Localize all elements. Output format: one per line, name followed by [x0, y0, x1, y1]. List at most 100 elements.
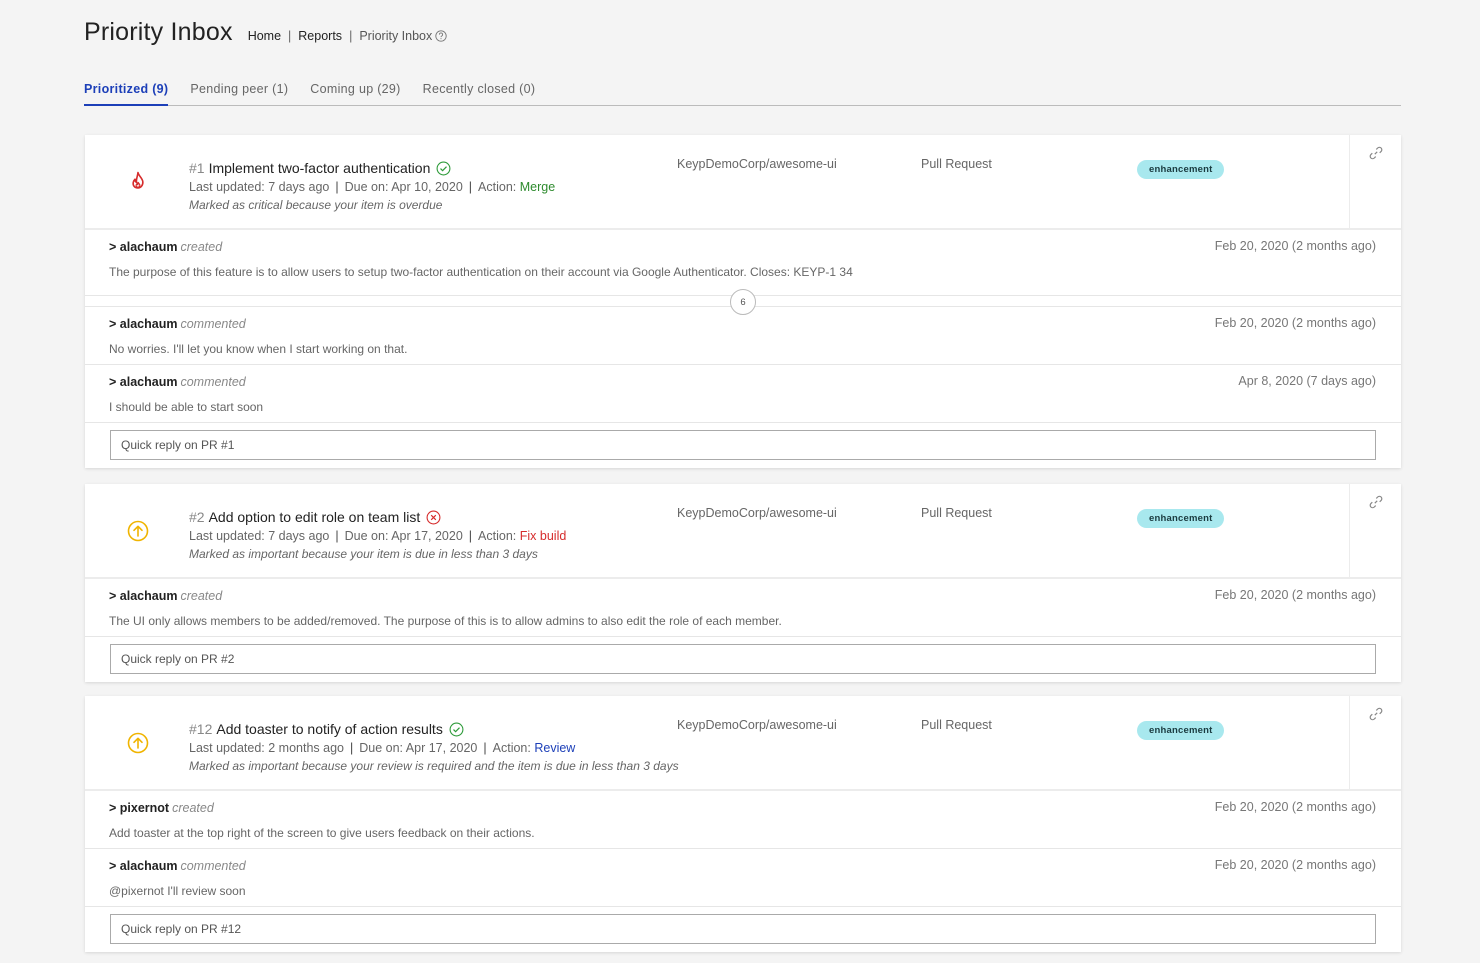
check-circle-icon [449, 722, 464, 737]
repo-name[interactable]: KeypDemoCorp/awesome-ui [677, 157, 837, 171]
event-user[interactable]: > alachaum [109, 240, 177, 254]
last-updated: Last updated: 2 months ago [189, 741, 344, 755]
label-badge[interactable]: enhancement [1137, 721, 1225, 740]
quick-reply [85, 637, 1401, 682]
repo-name[interactable]: KeypDemoCorp/awesome-ui [677, 506, 837, 520]
quick-reply-input[interactable] [110, 430, 1376, 460]
quick-reply [85, 907, 1401, 952]
breadcrumb-home[interactable]: Home [248, 29, 281, 43]
action-label: Action: [478, 180, 517, 194]
link-cell [1349, 135, 1401, 228]
last-updated: Last updated: 7 days ago [189, 180, 330, 194]
item-title-link[interactable]: Add option to edit role on team list [209, 509, 421, 525]
event-body: No worries. I'll let you know when I sta… [109, 342, 408, 356]
quick-reply [85, 423, 1401, 468]
check-circle-icon [436, 161, 451, 176]
arrow-up-circle-icon [127, 519, 149, 543]
timeline-event: > alachaum commented Feb 20, 2020 (2 mont… [85, 849, 1401, 907]
event-verb: created [180, 240, 223, 254]
timeline-event: > alachaum commented Feb 20, 2020 (2 mont… [85, 307, 1401, 365]
due-date: Due on: Apr 17, 2020 [344, 529, 463, 543]
link-cell [1349, 484, 1401, 577]
event-date: Apr 8, 2020 (7 days ago) [1238, 374, 1376, 388]
event-body: Add toaster at the top right of the scre… [109, 826, 535, 840]
event-user[interactable]: > alachaum [109, 589, 177, 603]
item-title-link[interactable]: Implement two-factor authentication [209, 160, 431, 176]
inbox-item-card: #1 Implement two-factor authentication L… [85, 135, 1401, 468]
event-verb: commented [180, 375, 246, 389]
tab-coming-up[interactable]: Coming up (29) [310, 80, 400, 105]
last-updated: Last updated: 7 days ago [189, 529, 330, 543]
timeline-event: > alachaum created Feb 20, 2020 (2 months… [85, 579, 1401, 637]
due-date: Due on: Apr 10, 2020 [344, 180, 463, 194]
event-date: Feb 20, 2020 (2 months ago) [1214, 316, 1376, 330]
breadcrumb-separator: | [349, 29, 353, 43]
event-date: Feb 20, 2020 (2 months ago) [1214, 858, 1376, 872]
inbox-item-card: #2 Add option to edit role on team list … [85, 484, 1401, 682]
inbox-item-header: #12 Add toaster to notify of action resu… [85, 696, 1401, 791]
label-badge[interactable]: enhancement [1137, 509, 1225, 528]
item-meta: Last updated: 7 days ago | Due on: Apr 17,… [189, 529, 567, 543]
priority-reason: Marked as important because your item is… [189, 547, 538, 561]
event-date: Feb 20, 2020 (2 months ago) [1214, 588, 1376, 602]
label-badge[interactable]: enhancement [1137, 160, 1225, 179]
fire-icon [127, 170, 149, 194]
event-body: The purpose of this feature is to allow … [109, 265, 853, 279]
event-body: The UI only allows members to be added/r… [109, 614, 782, 628]
priority-reason: Marked as important because your review … [189, 759, 679, 773]
timeline-event: > alachaum created Feb 20, 2020 (2 months… [85, 230, 1401, 296]
event-date: Feb 20, 2020 (2 months ago) [1214, 239, 1376, 253]
priority-reason: Marked as critical because your item is … [189, 198, 443, 212]
link-cell [1349, 696, 1401, 789]
collapsed-events: 6 [85, 289, 1401, 315]
item-meta: Last updated: 2 months ago | Due on: Apr 1… [189, 741, 576, 755]
timeline-event: > alachaum commented Apr 8, 2020 (7 days … [85, 365, 1401, 423]
item-type: Pull Request [921, 506, 992, 520]
item-number: #1 [189, 160, 205, 176]
event-verb: created [180, 589, 223, 603]
breadcrumb-reports[interactable]: Reports [298, 29, 342, 43]
help-circle-icon[interactable] [435, 30, 447, 42]
action-merge[interactable]: Merge [520, 180, 555, 194]
item-number: #12 [189, 721, 213, 737]
link-icon[interactable] [1368, 145, 1384, 161]
item-type: Pull Request [921, 157, 992, 171]
link-icon[interactable] [1368, 494, 1384, 510]
breadcrumb-separator: | [288, 29, 292, 43]
timeline-event: > pixernot created Feb 20, 2020 (2 months… [85, 791, 1401, 849]
tab-prioritized[interactable]: Prioritized (9) [84, 80, 169, 106]
event-verb: commented [180, 859, 246, 873]
event-user[interactable]: > alachaum [109, 375, 177, 389]
quick-reply-input[interactable] [110, 914, 1376, 944]
item-meta: Last updated: 7 days ago | Due on: Apr 10,… [189, 180, 556, 194]
event-date: Feb 20, 2020 (2 months ago) [1214, 800, 1376, 814]
event-verb: created [172, 801, 214, 815]
event-user[interactable]: > alachaum [109, 859, 177, 873]
action-fix-build[interactable]: Fix build [520, 529, 567, 543]
event-user[interactable]: > pixernot [109, 801, 169, 815]
repo-name[interactable]: KeypDemoCorp/awesome-ui [677, 718, 837, 732]
action-review[interactable]: Review [534, 741, 575, 755]
inbox-item-header: #1 Implement two-factor authentication L… [85, 135, 1401, 230]
item-title-link[interactable]: Add toaster to notify of action results [216, 721, 442, 737]
event-body: I should be able to start soon [109, 400, 264, 414]
page-title: Priority Inbox [84, 18, 233, 46]
breadcrumb-current: Priority Inbox [359, 29, 433, 43]
event-user[interactable]: > alachaum [109, 317, 177, 331]
due-date: Due on: Apr 17, 2020 [359, 741, 478, 755]
tab-pending-peer[interactable]: Pending peer (1) [190, 80, 288, 105]
tab-bar: Prioritized (9) Pending peer (1) Coming … [84, 80, 1401, 106]
item-type: Pull Request [921, 718, 992, 732]
arrow-up-circle-icon [127, 731, 149, 755]
action-label: Action: [492, 741, 531, 755]
event-verb: commented [180, 317, 246, 331]
tab-recently-closed[interactable]: Recently closed (0) [423, 80, 536, 105]
breadcrumb: Home | Reports | Priority Inbox [248, 29, 448, 43]
page-header: Priority Inbox Home | Reports | Priority… [84, 18, 447, 47]
link-icon[interactable] [1368, 706, 1384, 722]
item-number: #2 [189, 509, 205, 525]
inbox-item-header: #2 Add option to edit role on team list … [85, 484, 1401, 579]
x-circle-icon [426, 510, 441, 525]
action-label: Action: [478, 529, 517, 543]
quick-reply-input[interactable] [110, 644, 1376, 674]
